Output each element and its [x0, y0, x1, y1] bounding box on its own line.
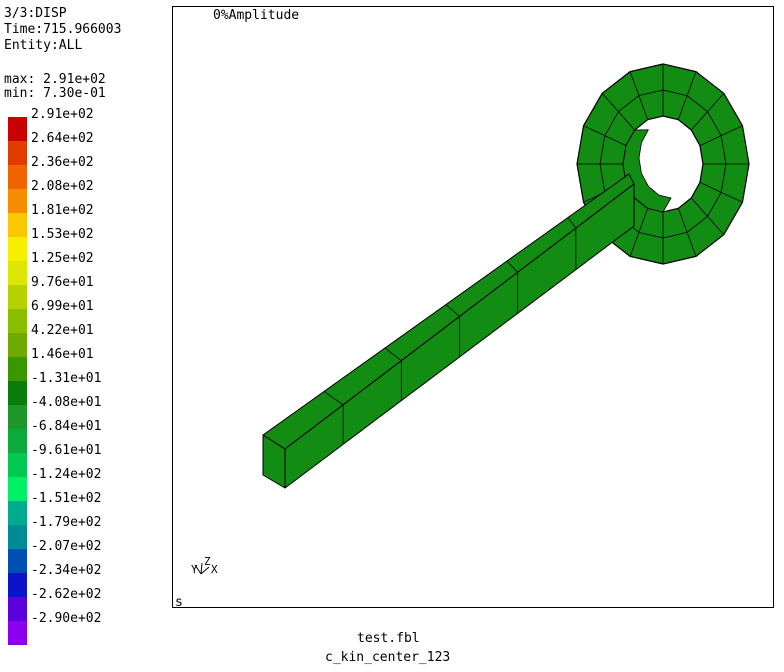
beam-top-face: [262, 173, 635, 450]
legend-value: -9.61e+01: [31, 443, 102, 458]
legend-swatch: [8, 621, 27, 645]
legend-entry: -2.90e+02: [8, 611, 148, 645]
file-name-label: test.fbl: [357, 631, 420, 646]
triad-y-label: Y: [191, 563, 198, 576]
legend-value: 6.99e+01: [31, 299, 94, 314]
entity-label: Entity:ALL: [4, 38, 83, 53]
legend-swatch: [8, 429, 27, 453]
legend-swatch: [8, 405, 27, 429]
legend-swatch: [8, 573, 27, 597]
legend-value: 1.81e+02: [31, 203, 94, 218]
legend-swatch: [8, 309, 27, 333]
triad-x-label: X: [211, 563, 218, 576]
model-view[interactable]: Y Z X: [173, 7, 773, 607]
legend-value: -1.79e+02: [31, 515, 102, 530]
lever-model[interactable]: [262, 63, 750, 489]
legend-swatch: [8, 549, 27, 573]
step-label: 3/3:DISP: [4, 6, 67, 21]
legend-swatch: [8, 477, 27, 501]
legend-swatch: [8, 525, 27, 549]
legend-swatch: [8, 189, 27, 213]
legend-swatch: [8, 141, 27, 165]
legend-swatch: [8, 453, 27, 477]
legend-value: -1.51e+02: [31, 491, 102, 506]
legend-swatch: [8, 285, 27, 309]
legend-value: -6.84e+01: [31, 419, 102, 434]
legend-swatch: [8, 381, 27, 405]
graphics-viewport[interactable]: 0%Amplitude Y Z X s: [172, 6, 774, 610]
legend-value: 9.76e+01: [31, 275, 94, 290]
legend-swatch: [8, 117, 27, 141]
legend-swatch: [8, 597, 27, 621]
legend-swatch: [8, 237, 27, 261]
legend-value: 4.22e+01: [31, 323, 94, 338]
legend-value: 2.64e+02: [31, 131, 94, 146]
legend-value: 1.53e+02: [31, 227, 94, 242]
legend-swatch: [8, 165, 27, 189]
triad-z-label: Z: [204, 555, 211, 568]
max-label: max: 2.91e+02: [4, 72, 106, 87]
legend-value: 2.08e+02: [31, 179, 94, 194]
legend-value: -2.62e+02: [31, 587, 102, 602]
legend-value: -2.07e+02: [31, 539, 102, 554]
legend-value: -4.08e+01: [31, 395, 102, 410]
legend-swatch: [8, 357, 27, 381]
legend-value: -1.31e+01: [31, 371, 102, 386]
legend-value: 1.25e+02: [31, 251, 94, 266]
legend-swatch: [8, 213, 27, 237]
legend-swatch: [8, 501, 27, 525]
legend-value: -2.90e+02: [31, 611, 102, 626]
corner-label: s: [175, 595, 183, 610]
legend-value: 2.91e+02: [31, 107, 94, 122]
job-name-label: c_kin_center_123: [325, 650, 451, 665]
min-label: min: 7.30e-01: [4, 86, 106, 101]
legend-value: 2.36e+02: [31, 155, 94, 170]
time-label: Time:715.966003: [4, 22, 122, 37]
legend-swatch: [8, 333, 27, 357]
legend-value: -2.34e+02: [31, 563, 102, 578]
legend-value: 1.46e+01: [31, 347, 94, 362]
legend-value: -1.24e+02: [31, 467, 102, 482]
legend-swatch: [8, 261, 27, 285]
